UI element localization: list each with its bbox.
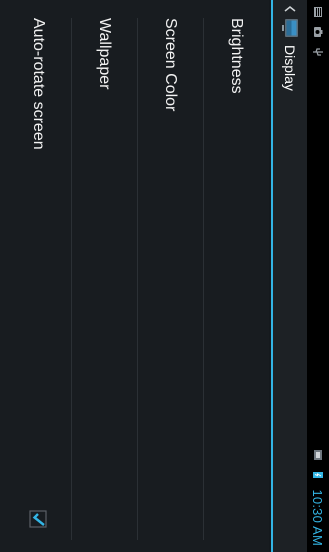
signal-icon xyxy=(312,449,324,461)
status-right-icons: 10:30 AM xyxy=(311,449,326,546)
settings-list: Brightness Screen Color Wallpaper Auto-r… xyxy=(0,0,269,552)
setting-brightness[interactable]: Brightness xyxy=(203,0,269,552)
setting-label: Wallpaper xyxy=(96,18,113,90)
page-title: Display xyxy=(282,45,298,91)
display-settings-screen: 10:30 AM Display Brightness Screen Color… xyxy=(0,0,329,552)
setting-label: Screen Color xyxy=(162,18,179,112)
divider xyxy=(137,18,138,540)
setting-label: Brightness xyxy=(228,18,245,94)
clock: 10:30 AM xyxy=(310,489,326,546)
status-left-icons xyxy=(312,6,324,58)
setting-auto-rotate[interactable]: Auto-rotate screen xyxy=(5,0,71,552)
back-caret-icon[interactable] xyxy=(282,4,298,14)
setting-screen-color[interactable]: Screen Color xyxy=(137,0,203,552)
auto-rotate-checkbox[interactable] xyxy=(29,510,47,528)
usb-icon xyxy=(312,46,324,58)
setting-wallpaper[interactable]: Wallpaper xyxy=(71,0,137,552)
status-bar: 10:30 AM xyxy=(307,0,329,552)
notification-icon xyxy=(312,6,324,18)
setting-label: Auto-rotate screen xyxy=(30,18,47,150)
camera-icon xyxy=(312,26,324,38)
divider xyxy=(203,18,204,540)
divider xyxy=(71,18,72,540)
action-bar: Display xyxy=(271,0,307,552)
display-settings-icon[interactable] xyxy=(279,17,301,39)
battery-icon xyxy=(312,469,324,481)
